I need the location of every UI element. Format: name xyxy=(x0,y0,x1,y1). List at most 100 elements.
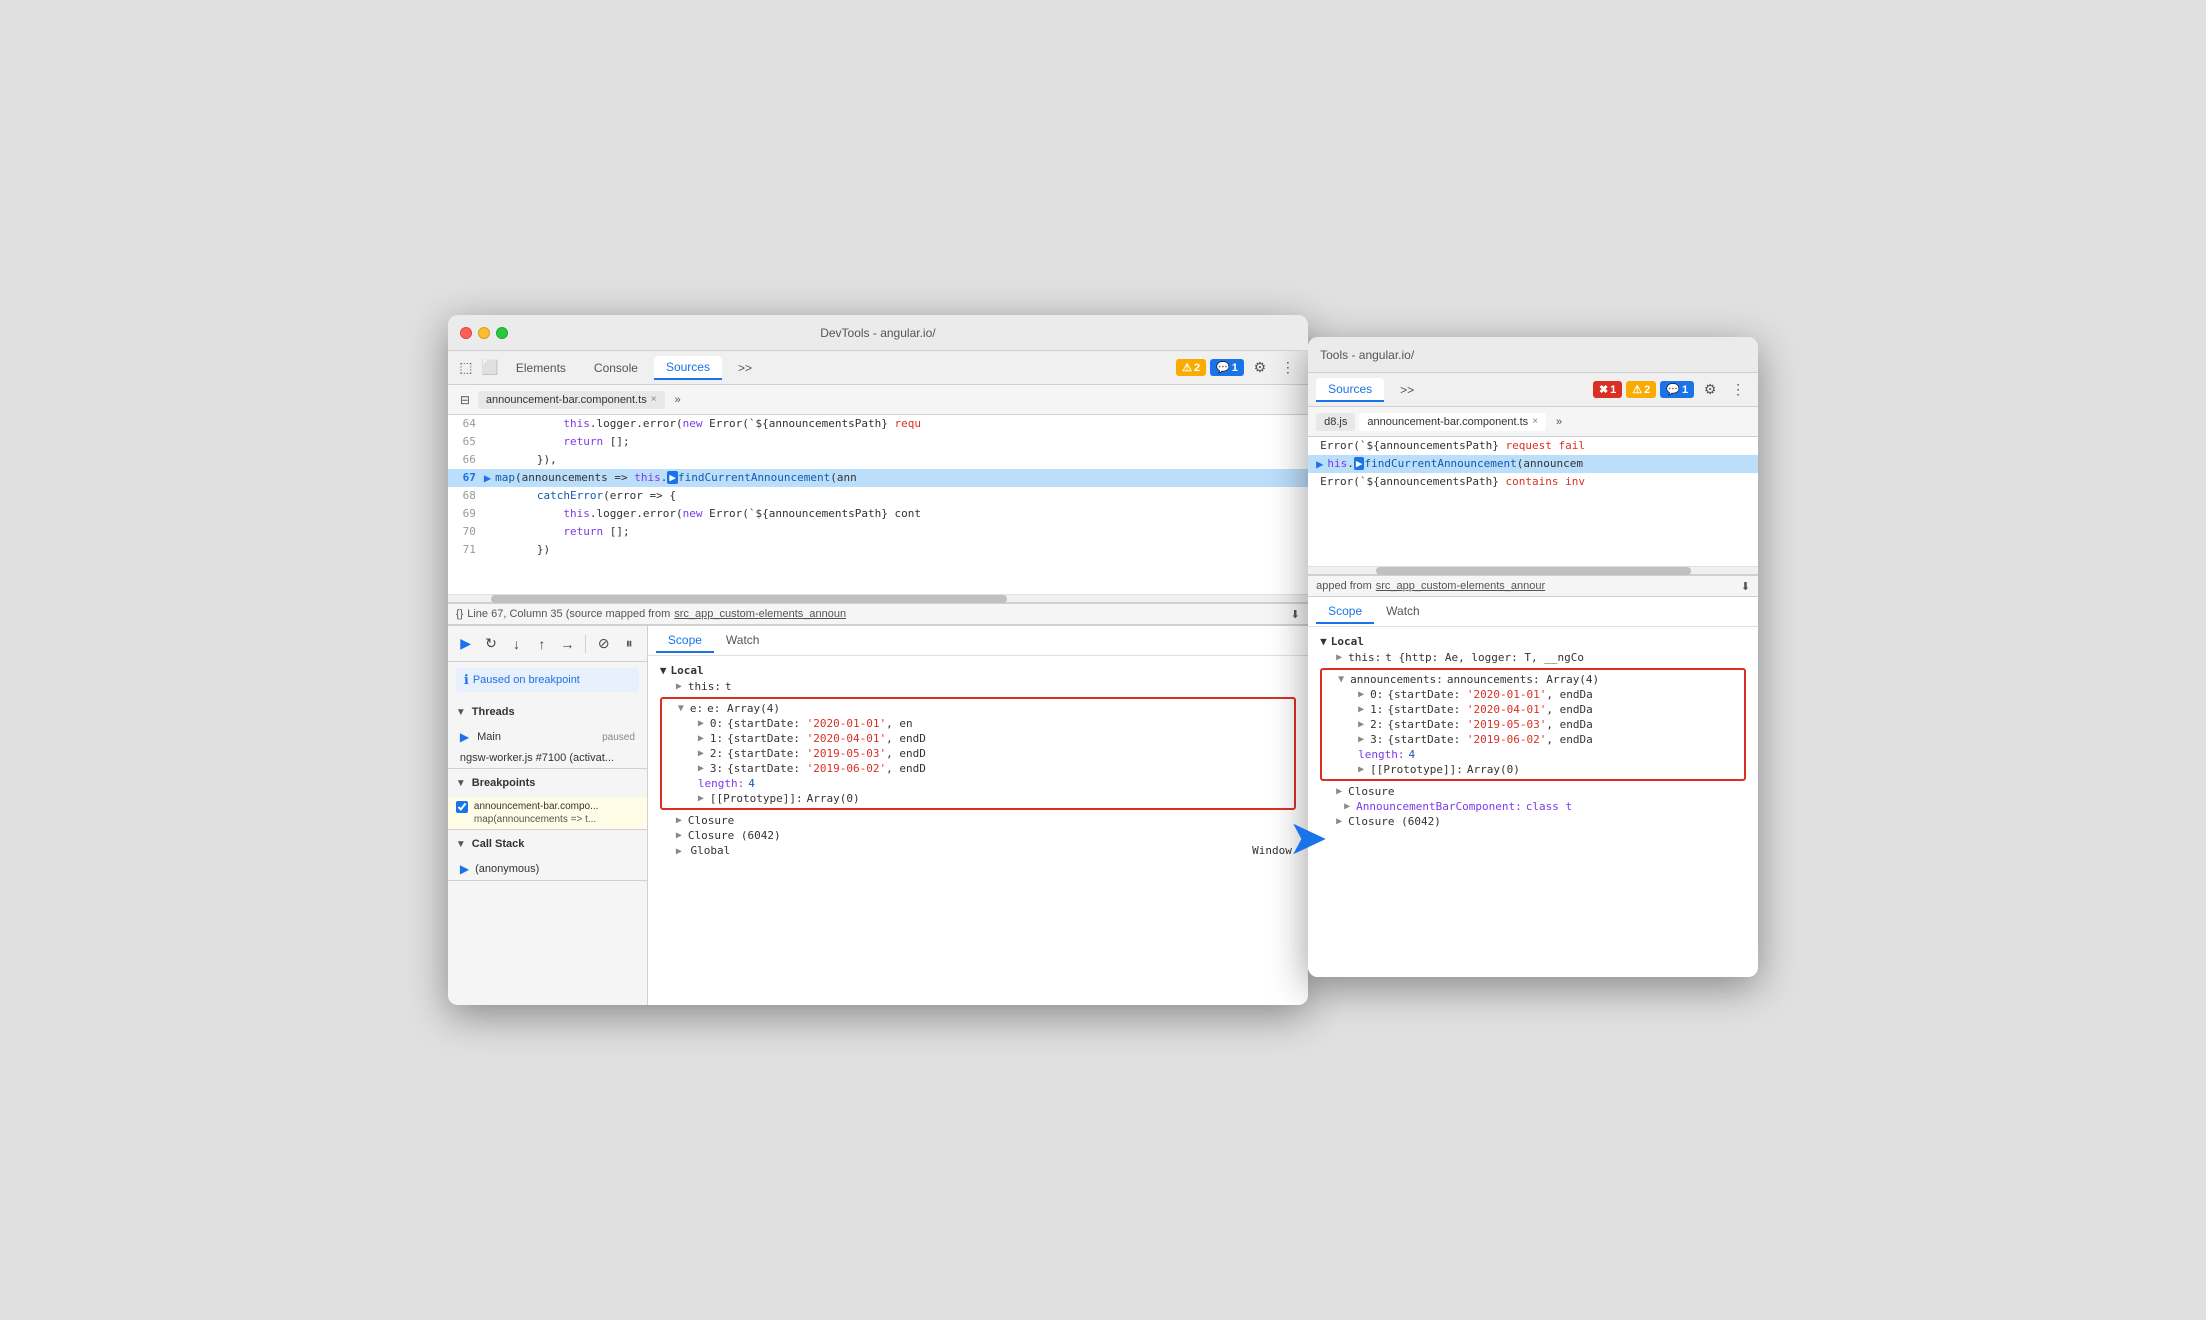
file-tab-close[interactable]: × xyxy=(651,394,657,405)
scope-tabs-left: Scope Watch xyxy=(648,626,1308,656)
threads-header[interactable]: ▼ Threads xyxy=(448,698,647,726)
scope-item-ann-3[interactable]: ▶ 3: {startDate: '2019-06-02', endDa xyxy=(1338,732,1742,747)
file-tab-announcement-name: announcement-bar.component.ts xyxy=(1367,416,1528,428)
settings-button-right[interactable]: ⚙ xyxy=(1698,378,1722,402)
scope-item-this[interactable]: ▶ this: t xyxy=(656,679,1300,694)
breakpoint-info: announcement-bar.compo... map(announceme… xyxy=(474,801,599,825)
scope-item-announcements[interactable]: ▼ announcements: announcements: Array(4) xyxy=(1338,672,1742,687)
format-icon[interactable]: {} xyxy=(456,608,463,620)
thread-main[interactable]: ▶ Main paused xyxy=(448,726,647,748)
scope-item-ann-proto[interactable]: ▶ [[Prototype]]: Array(0) xyxy=(1338,762,1742,777)
scope-item-closure2[interactable]: ▶ Closure (6042) xyxy=(656,828,1300,843)
settings-button-left[interactable]: ⚙ xyxy=(1248,356,1272,380)
scope-local-header-right[interactable]: ▼ Local xyxy=(1316,633,1750,650)
close-button[interactable] xyxy=(460,327,472,339)
source-map-link-right[interactable]: src_app_custom-elements_annour xyxy=(1376,580,1545,592)
scope-item-this-right[interactable]: ▶ this: t {http: Ae, logger: T, __ngCo xyxy=(1316,650,1750,665)
deactivate-button[interactable]: ⊘ xyxy=(594,633,613,655)
call-stack-title: Call Stack xyxy=(472,838,525,850)
step-over-button[interactable]: ↻ xyxy=(481,633,500,655)
line-num-69: 69 xyxy=(452,506,484,523)
threads-section: ▼ Threads ▶ Main paused ngsw-worker.js #… xyxy=(448,698,647,769)
code-line-64: 64 this.logger.error(new Error(`${announ… xyxy=(448,415,1308,433)
file-tab-d8-name: d8.js xyxy=(1324,416,1347,428)
file-tab-close-right[interactable]: × xyxy=(1532,416,1538,427)
file-tab-name: announcement-bar.component.ts xyxy=(486,394,647,406)
minimize-button[interactable] xyxy=(478,327,490,339)
scope-item-global[interactable]: ▶ Global Window xyxy=(656,843,1300,858)
call-stack-section: ▼ Call Stack ▶ (anonymous) xyxy=(448,830,647,881)
file-tab-d8[interactable]: d8.js xyxy=(1316,413,1355,431)
tab-sources-right[interactable]: Sources xyxy=(1316,378,1384,402)
step-into-button[interactable]: ↓ xyxy=(507,633,526,655)
more-button-left[interactable]: ⋮ xyxy=(1276,356,1300,380)
scrollbar-thumb-left[interactable] xyxy=(491,595,1007,603)
file-tab-announcement[interactable]: announcement-bar.component.ts × xyxy=(478,391,665,409)
line-num-66: 66 xyxy=(452,452,484,469)
breakpoints-header[interactable]: ▼ Breakpoints xyxy=(448,769,647,797)
code-line-right-3: Error(`${announcementsPath} contains inv xyxy=(1308,473,1758,491)
warning-count-left: 2 xyxy=(1194,362,1200,374)
file-tab-announcement-right[interactable]: announcement-bar.component.ts × xyxy=(1359,413,1546,431)
scope-item-ann-2[interactable]: ▶ 2: {startDate: '2019-05-03', endDa xyxy=(1338,717,1742,732)
tab-more-right[interactable]: >> xyxy=(1388,379,1426,401)
scope-item-closure2-right[interactable]: ▶ Closure (6042) xyxy=(1316,814,1750,829)
scope-tab-scope-right[interactable]: Scope xyxy=(1316,600,1374,624)
scope-item-ann-1[interactable]: ▶ 1: {startDate: '2020-04-01', endDa xyxy=(1338,702,1742,717)
tab-more-left[interactable]: >> xyxy=(726,357,764,379)
call-stack-item-0[interactable]: ▶ (anonymous) xyxy=(448,858,647,880)
thread-ngsw[interactable]: ngsw-worker.js #7100 (activat... xyxy=(448,748,647,768)
scope-item-e-3[interactable]: ▶ 3: {startDate: '2019-06-02', endD xyxy=(678,761,1292,776)
warning-badge-right: ⚠ 2 xyxy=(1626,381,1656,398)
scope-item-e-0[interactable]: ▶ 0: {startDate: '2020-01-01', en xyxy=(678,716,1292,731)
thread-status-main: paused xyxy=(602,732,635,743)
breakpoint-arrow-right: ▶ xyxy=(1316,455,1323,473)
scope-item-e-1[interactable]: ▶ 1: {startDate: '2020-04-01', endD xyxy=(678,731,1292,746)
call-stack-header[interactable]: ▼ Call Stack xyxy=(448,830,647,858)
scope-item-ann-0[interactable]: ▶ 0: {startDate: '2020-01-01', endDa xyxy=(1338,687,1742,702)
e-val: e: Array(4) xyxy=(707,702,780,715)
scope-item-closure-right[interactable]: ▶ Closure xyxy=(1316,784,1750,799)
scope-item-ann-comp[interactable]: ▶ AnnouncementBarComponent: class t xyxy=(1316,799,1750,814)
scope-tab-scope[interactable]: Scope xyxy=(656,629,714,653)
line-num-70: 70 xyxy=(452,524,484,541)
pause-button[interactable]: ⏸ xyxy=(619,633,638,655)
maximize-button[interactable] xyxy=(496,327,508,339)
scope-tab-watch-right[interactable]: Watch xyxy=(1374,600,1432,624)
breakpoint-checkbox[interactable] xyxy=(456,801,468,813)
scope-item-e[interactable]: ▼ e: e: Array(4) xyxy=(678,701,1292,716)
code-view-right[interactable]: Error(`${announcementsPath} request fail… xyxy=(1308,437,1758,567)
scope-local-header[interactable]: ▼ Local xyxy=(656,662,1300,679)
resume-button[interactable]: ▶ xyxy=(456,633,475,655)
traffic-lights-left xyxy=(460,327,508,339)
scope-item-e-length: length: 4 xyxy=(678,776,1292,791)
code-view-left[interactable]: 64 this.logger.error(new Error(`${announ… xyxy=(448,415,1308,595)
tab-elements[interactable]: Elements xyxy=(504,357,578,379)
step-out-button[interactable]: ↑ xyxy=(532,633,551,655)
file-tab-more-right[interactable]: » xyxy=(1550,413,1568,431)
scope-tab-watch[interactable]: Watch xyxy=(714,629,772,653)
scope-item-e-proto[interactable]: ▶ [[Prototype]]: Array(0) xyxy=(678,791,1292,806)
source-map-link-left[interactable]: src_app_custom-elements_announ xyxy=(674,608,846,620)
inspector-icon[interactable]: ⬚ xyxy=(456,358,476,378)
tab-console[interactable]: Console xyxy=(582,357,650,379)
horizontal-scrollbar-right[interactable] xyxy=(1308,567,1758,575)
blue-arrow-icon: ➤ xyxy=(1288,815,1328,863)
more-button-right[interactable]: ⋮ xyxy=(1726,378,1750,402)
breakpoint-arrow-67: ▶ xyxy=(484,469,491,487)
panel-toggle-icon[interactable]: ⊟ xyxy=(456,391,474,409)
status-bar-right-icon-r[interactable]: ⬇ xyxy=(1741,580,1750,593)
scrollbar-thumb-right[interactable] xyxy=(1376,567,1691,575)
line-num-68: 68 xyxy=(452,488,484,505)
file-tab-more[interactable]: » xyxy=(669,391,687,409)
debugger-toolbar: ▶ ↻ ↓ ↑ → ⊘ ⏸ xyxy=(448,626,647,662)
scope-item-e-2[interactable]: ▶ 2: {startDate: '2019-05-03', endD xyxy=(678,746,1292,761)
status-bar-right-icon[interactable]: ⬇ xyxy=(1291,608,1300,621)
message-icon-right: 💬 xyxy=(1666,383,1680,396)
horizontal-scrollbar-left[interactable] xyxy=(448,595,1308,603)
scope-item-closure[interactable]: ▶ Closure xyxy=(656,813,1300,828)
device-icon[interactable]: ⬜ xyxy=(480,358,500,378)
tab-sources[interactable]: Sources xyxy=(654,356,722,380)
step-button[interactable]: → xyxy=(558,633,577,655)
breakpoint-item-0[interactable]: announcement-bar.compo... map(announceme… xyxy=(448,797,647,829)
